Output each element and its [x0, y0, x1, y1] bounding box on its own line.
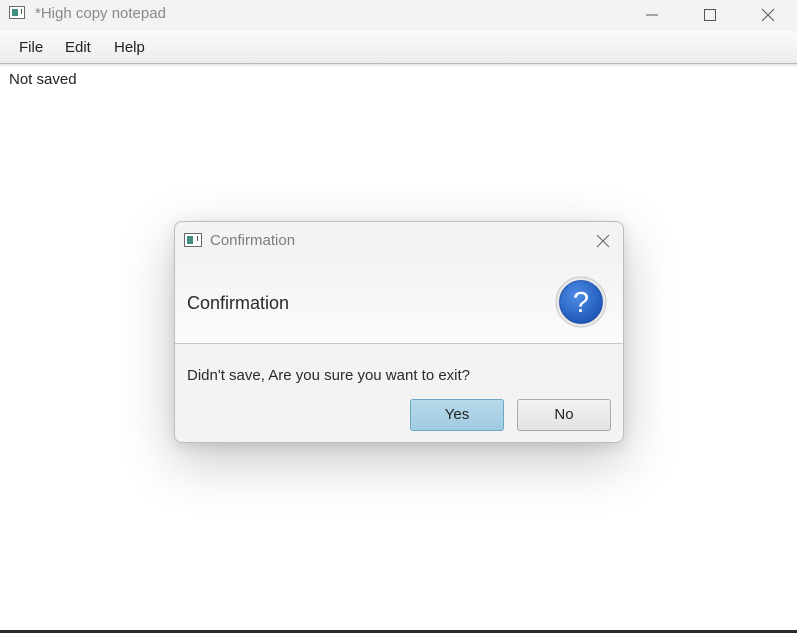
window-title: *High copy notepad: [35, 5, 166, 22]
no-button[interactable]: No: [517, 399, 611, 431]
menu-help[interactable]: Help: [114, 39, 145, 56]
dialog-titlebar[interactable]: Confirmation: [175, 222, 623, 258]
dialog-app-icon: [184, 233, 202, 247]
minimize-button[interactable]: [623, 0, 681, 31]
confirmation-dialog: Confirmation Confirmation ? Didn't save,…: [174, 221, 624, 443]
close-icon: [596, 234, 610, 248]
menubar-shadow: [0, 64, 797, 67]
close-icon: [761, 8, 775, 22]
maximize-button[interactable]: [681, 0, 739, 31]
yes-button[interactable]: Yes: [410, 399, 504, 431]
dialog-header-text: Confirmation: [187, 293, 290, 313]
dialog-title: Confirmation: [210, 232, 296, 249]
menu-bar: File Edit Help: [0, 31, 797, 64]
menu-file[interactable]: File: [19, 39, 43, 56]
dialog-message: Didn't save, Are you sure you want to ex…: [187, 367, 471, 384]
window-close-button[interactable]: [739, 0, 797, 31]
maximize-icon: [704, 9, 716, 21]
dialog-close-button[interactable]: [590, 230, 616, 252]
svg-text:?: ?: [573, 287, 589, 319]
window-titlebar[interactable]: *High copy notepad: [0, 0, 797, 31]
dialog-header: Confirmation ?: [175, 258, 623, 344]
question-icon: ?: [555, 276, 607, 328]
app-window-icon: [9, 6, 25, 19]
menu-edit[interactable]: Edit: [65, 39, 91, 56]
save-status-label: Not saved: [9, 71, 77, 88]
minimize-icon: [646, 14, 658, 16]
